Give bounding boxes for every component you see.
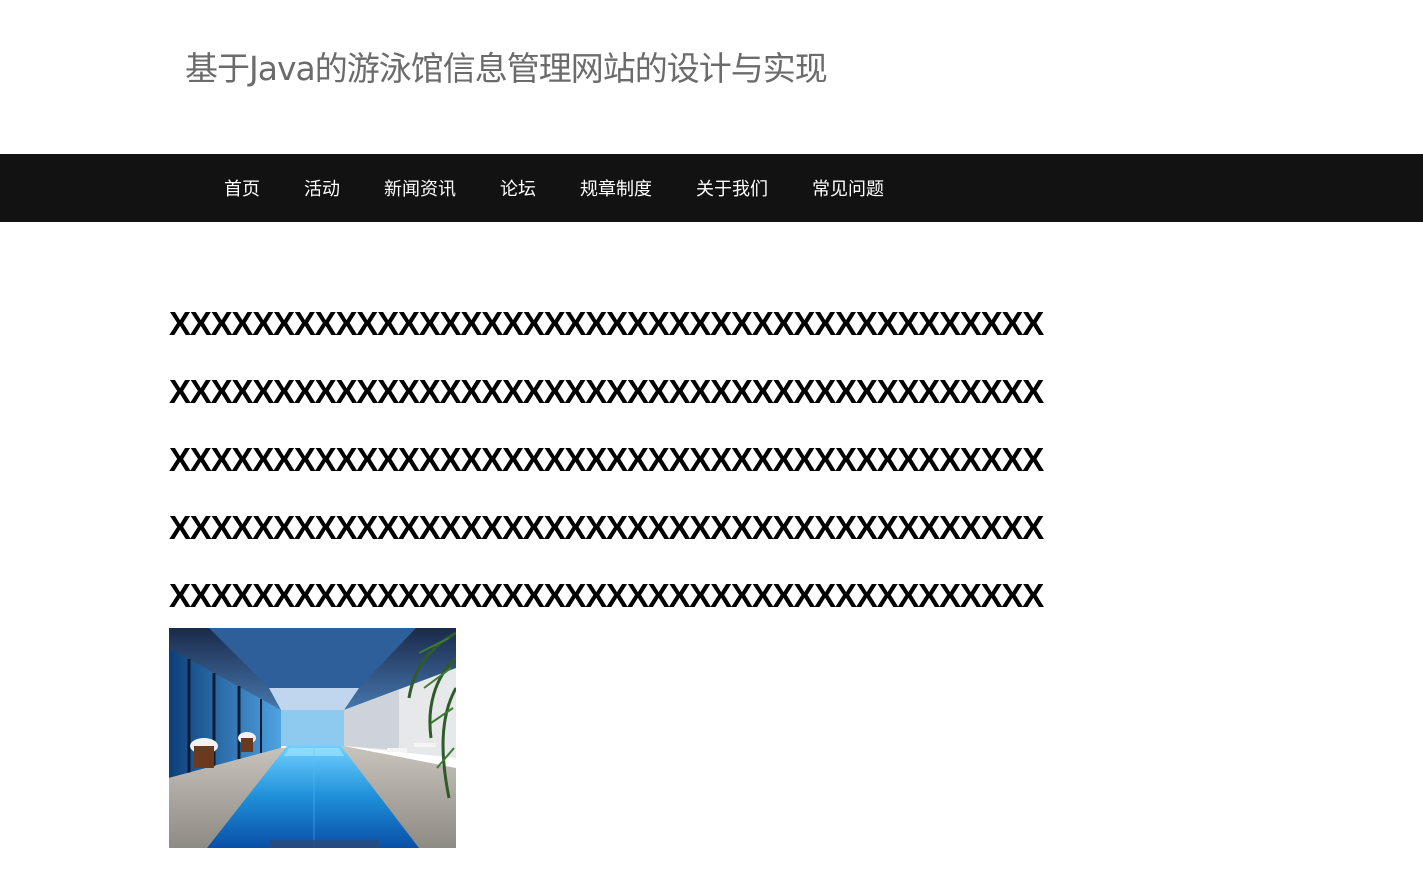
article-text-line: XXXXXXXXXXXXXXXXXXXXXXXXXXXXXXXXXXXXXXXX… xyxy=(169,509,1044,546)
swimming-pool-image xyxy=(169,628,456,848)
main-navigation: 首页 活动 新闻资讯 论坛 规章制度 关于我们 常见问题 xyxy=(0,154,1423,222)
article-text-line: XXXXXXXXXXXXXXXXXXXXXXXXXXXXXXXXXXXXXXXX… xyxy=(169,441,1044,478)
nav-item-faq[interactable]: 常见问题 xyxy=(812,175,884,201)
nav-item-rules[interactable]: 规章制度 xyxy=(580,175,652,201)
nav-item-forum[interactable]: 论坛 xyxy=(500,175,536,201)
nav-item-news[interactable]: 新闻资讯 xyxy=(384,175,456,201)
nav-item-home[interactable]: 首页 xyxy=(224,175,260,201)
article-text-line: XXXXXXXXXXXXXXXXXXXXXXXXXXXXXXXXXXXXXXXX… xyxy=(169,577,1044,614)
nav-item-activities[interactable]: 活动 xyxy=(304,175,340,201)
article-text-line: XXXXXXXXXXXXXXXXXXXXXXXXXXXXXXXXXXXXXXXX… xyxy=(169,373,1044,410)
site-header: 基于Java的游泳馆信息管理网站的设计与实现 xyxy=(0,0,1423,154)
nav-item-about-us[interactable]: 关于我们 xyxy=(696,175,768,201)
site-title[interactable]: 基于Java的游泳馆信息管理网站的设计与实现 xyxy=(185,42,828,90)
article-text-line: XXXXXXXXXXXXXXXXXXXXXXXXXXXXXXXXXXXXXXXX… xyxy=(169,305,1044,342)
nav-list: 首页 活动 新闻资讯 论坛 规章制度 关于我们 常见问题 xyxy=(0,154,1423,222)
